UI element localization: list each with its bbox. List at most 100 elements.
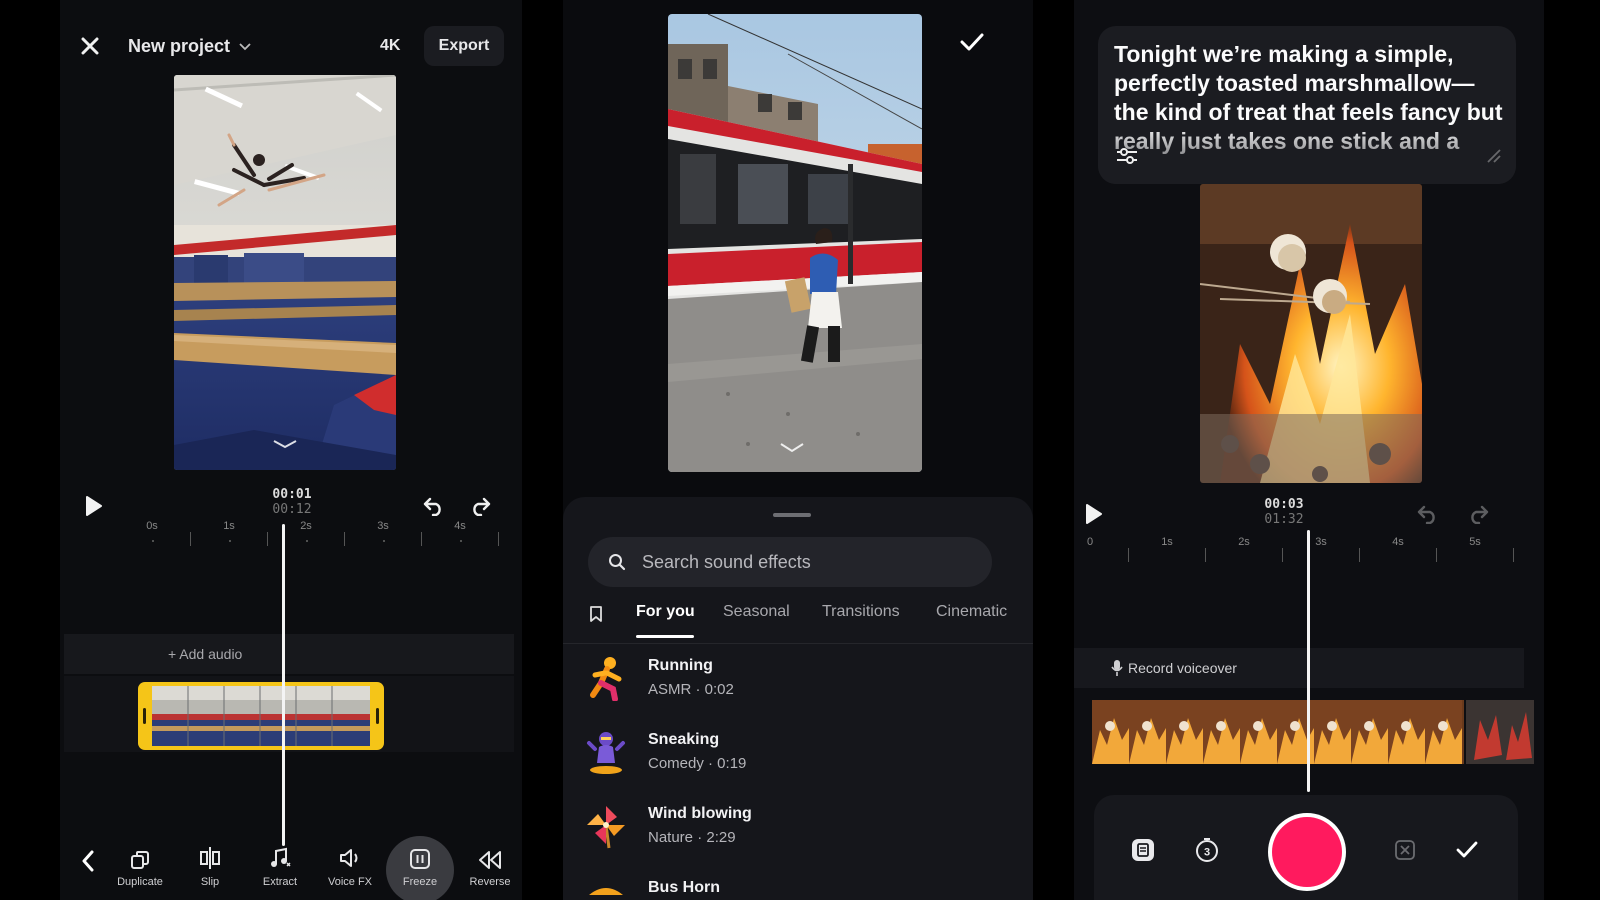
project-title-dropdown[interactable]: New project xyxy=(128,36,251,57)
redo-icon[interactable] xyxy=(466,492,494,520)
svg-text:3: 3 xyxy=(1204,847,1210,859)
sound-effect-item[interactable]: Bus Horn xyxy=(563,871,1033,900)
selected-clip[interactable] xyxy=(138,682,384,750)
editor-header: New project 4K Export xyxy=(60,24,522,68)
add-audio-track[interactable]: + Add audio xyxy=(64,634,514,674)
countdown-timer-icon[interactable]: 3 xyxy=(1192,835,1222,865)
add-audio-label: + Add audio xyxy=(168,646,243,662)
ruler-label: 1s xyxy=(1161,536,1173,548)
resolution-selector[interactable]: 4K xyxy=(380,37,400,55)
ruler-label: 1s xyxy=(223,520,235,532)
caption-card[interactable]: Tonight we’re making a simple, perfectly… xyxy=(1098,26,1516,184)
tool-label: Freeze xyxy=(402,876,438,888)
delete-take-icon[interactable] xyxy=(1390,835,1420,865)
sound-effect-name: Wind blowing xyxy=(648,805,752,822)
sound-effect-item[interactable]: Wind blowing Nature · 2:29 xyxy=(563,797,1033,867)
recording-controls: 3 xyxy=(1094,795,1518,900)
record-voiceover-track[interactable]: Record voiceover xyxy=(1074,648,1524,688)
ruler-label: 2s xyxy=(300,520,312,532)
video-preview[interactable] xyxy=(174,75,396,470)
tool-extract[interactable]: Extract xyxy=(245,842,315,888)
edit-toolbar: Duplicate Slip Extract Voice FX Freeze R… xyxy=(60,834,522,900)
search-bar[interactable] xyxy=(588,537,992,587)
slip-icon xyxy=(175,842,245,870)
microphone-icon xyxy=(1110,659,1124,677)
timecode: 00:03 01:32 xyxy=(1254,497,1314,527)
ruler-label: 0 xyxy=(1086,536,1094,548)
ruler-label: 2s xyxy=(1238,536,1250,548)
sound-effect-name: Bus Horn xyxy=(648,879,720,896)
timeline-ruler[interactable]: 0s 1s 2s 3s 4s xyxy=(60,520,522,550)
search-icon xyxy=(608,553,626,571)
tool-freeze[interactable]: Freeze xyxy=(385,836,455,900)
tool-label: Voice FX xyxy=(327,876,373,888)
done-check-icon[interactable] xyxy=(1452,835,1482,865)
expand-icon[interactable] xyxy=(1482,144,1506,168)
ruler-label: 4s xyxy=(454,520,466,532)
sound-effect-item[interactable]: Sneaking Comedy · 0:19 xyxy=(563,723,1033,793)
sneaking-figure-icon xyxy=(583,729,629,775)
caption-settings-icon[interactable] xyxy=(1114,144,1140,168)
undo-icon[interactable] xyxy=(1414,502,1442,526)
undo-icon[interactable] xyxy=(420,492,448,520)
category-tabs: For you Seasonal Transitions Cinematic xyxy=(563,603,1033,641)
video-preview[interactable] xyxy=(668,14,922,472)
total-time: 01:32 xyxy=(1264,512,1304,527)
running-figure-icon xyxy=(583,655,629,701)
tool-voice-fx[interactable]: Voice FX xyxy=(315,842,385,888)
record-voiceover-label: Record voiceover xyxy=(1128,660,1237,676)
duplicate-icon xyxy=(105,842,175,870)
sheet-grab-handle[interactable] xyxy=(773,513,811,517)
redo-icon[interactable] xyxy=(1464,502,1492,526)
ruler-label: 5s xyxy=(1469,536,1481,548)
sound-effects-screen: For you Seasonal Transitions Cinematic R… xyxy=(563,0,1033,900)
tool-reverse[interactable]: Reverse xyxy=(455,842,522,888)
campfire-marshmallow-image xyxy=(1200,184,1422,483)
tab-for-you[interactable]: For you xyxy=(636,603,695,621)
video-track-clip[interactable] xyxy=(1092,700,1464,764)
tool-slip[interactable]: Slip xyxy=(175,842,245,888)
ruler-label: 3s xyxy=(1315,536,1327,548)
sound-effect-name: Sneaking xyxy=(648,731,720,748)
tab-seasonal[interactable]: Seasonal xyxy=(723,603,790,621)
sound-effect-meta: ASMR · 0:02 xyxy=(648,681,734,698)
streetcar-frame-image xyxy=(668,14,922,472)
timecode: 00:01 00:12 xyxy=(262,487,322,517)
current-time: 00:03 xyxy=(1264,497,1304,512)
tab-cinematic[interactable]: Cinematic xyxy=(936,603,1007,621)
sound-effect-meta: Nature · 2:29 xyxy=(648,829,736,846)
gymnastics-frame-image xyxy=(174,75,396,470)
total-time: 00:12 xyxy=(272,502,312,517)
current-time: 00:01 xyxy=(272,487,312,502)
ruler-label: 3s xyxy=(377,520,389,532)
back-chevron-icon[interactable] xyxy=(76,846,100,876)
export-button[interactable]: Export xyxy=(424,26,504,66)
next-clip[interactable] xyxy=(1466,700,1534,764)
playhead[interactable] xyxy=(1307,530,1310,792)
search-input[interactable] xyxy=(640,550,974,574)
bus-icon xyxy=(583,877,629,900)
trim-handle-left[interactable] xyxy=(143,708,146,724)
tool-label: Extract xyxy=(262,876,298,888)
extract-audio-icon xyxy=(245,842,315,870)
bookmark-icon[interactable] xyxy=(586,603,606,625)
play-icon[interactable] xyxy=(1082,502,1106,526)
project-title: New project xyxy=(128,36,231,56)
chevron-down-icon xyxy=(239,43,251,51)
sound-effect-item[interactable]: Running ASMR · 0:02 xyxy=(563,649,1033,719)
tool-label: Duplicate xyxy=(117,876,163,888)
voiceover-screen: Tonight we’re making a simple, perfectly… xyxy=(1074,0,1544,900)
reverse-icon xyxy=(455,842,522,870)
video-preview[interactable] xyxy=(1200,184,1422,483)
script-icon[interactable] xyxy=(1128,835,1158,865)
trim-handle-right[interactable] xyxy=(376,708,379,724)
playhead[interactable] xyxy=(282,524,285,846)
ruler-label: 0s xyxy=(146,520,158,532)
play-icon[interactable] xyxy=(82,494,106,518)
tool-duplicate[interactable]: Duplicate xyxy=(105,842,175,888)
close-icon[interactable] xyxy=(76,32,104,60)
record-button[interactable] xyxy=(1272,817,1342,887)
tabs-divider xyxy=(563,643,1033,644)
confirm-check-icon[interactable] xyxy=(957,28,987,56)
tab-transitions[interactable]: Transitions xyxy=(822,603,900,621)
